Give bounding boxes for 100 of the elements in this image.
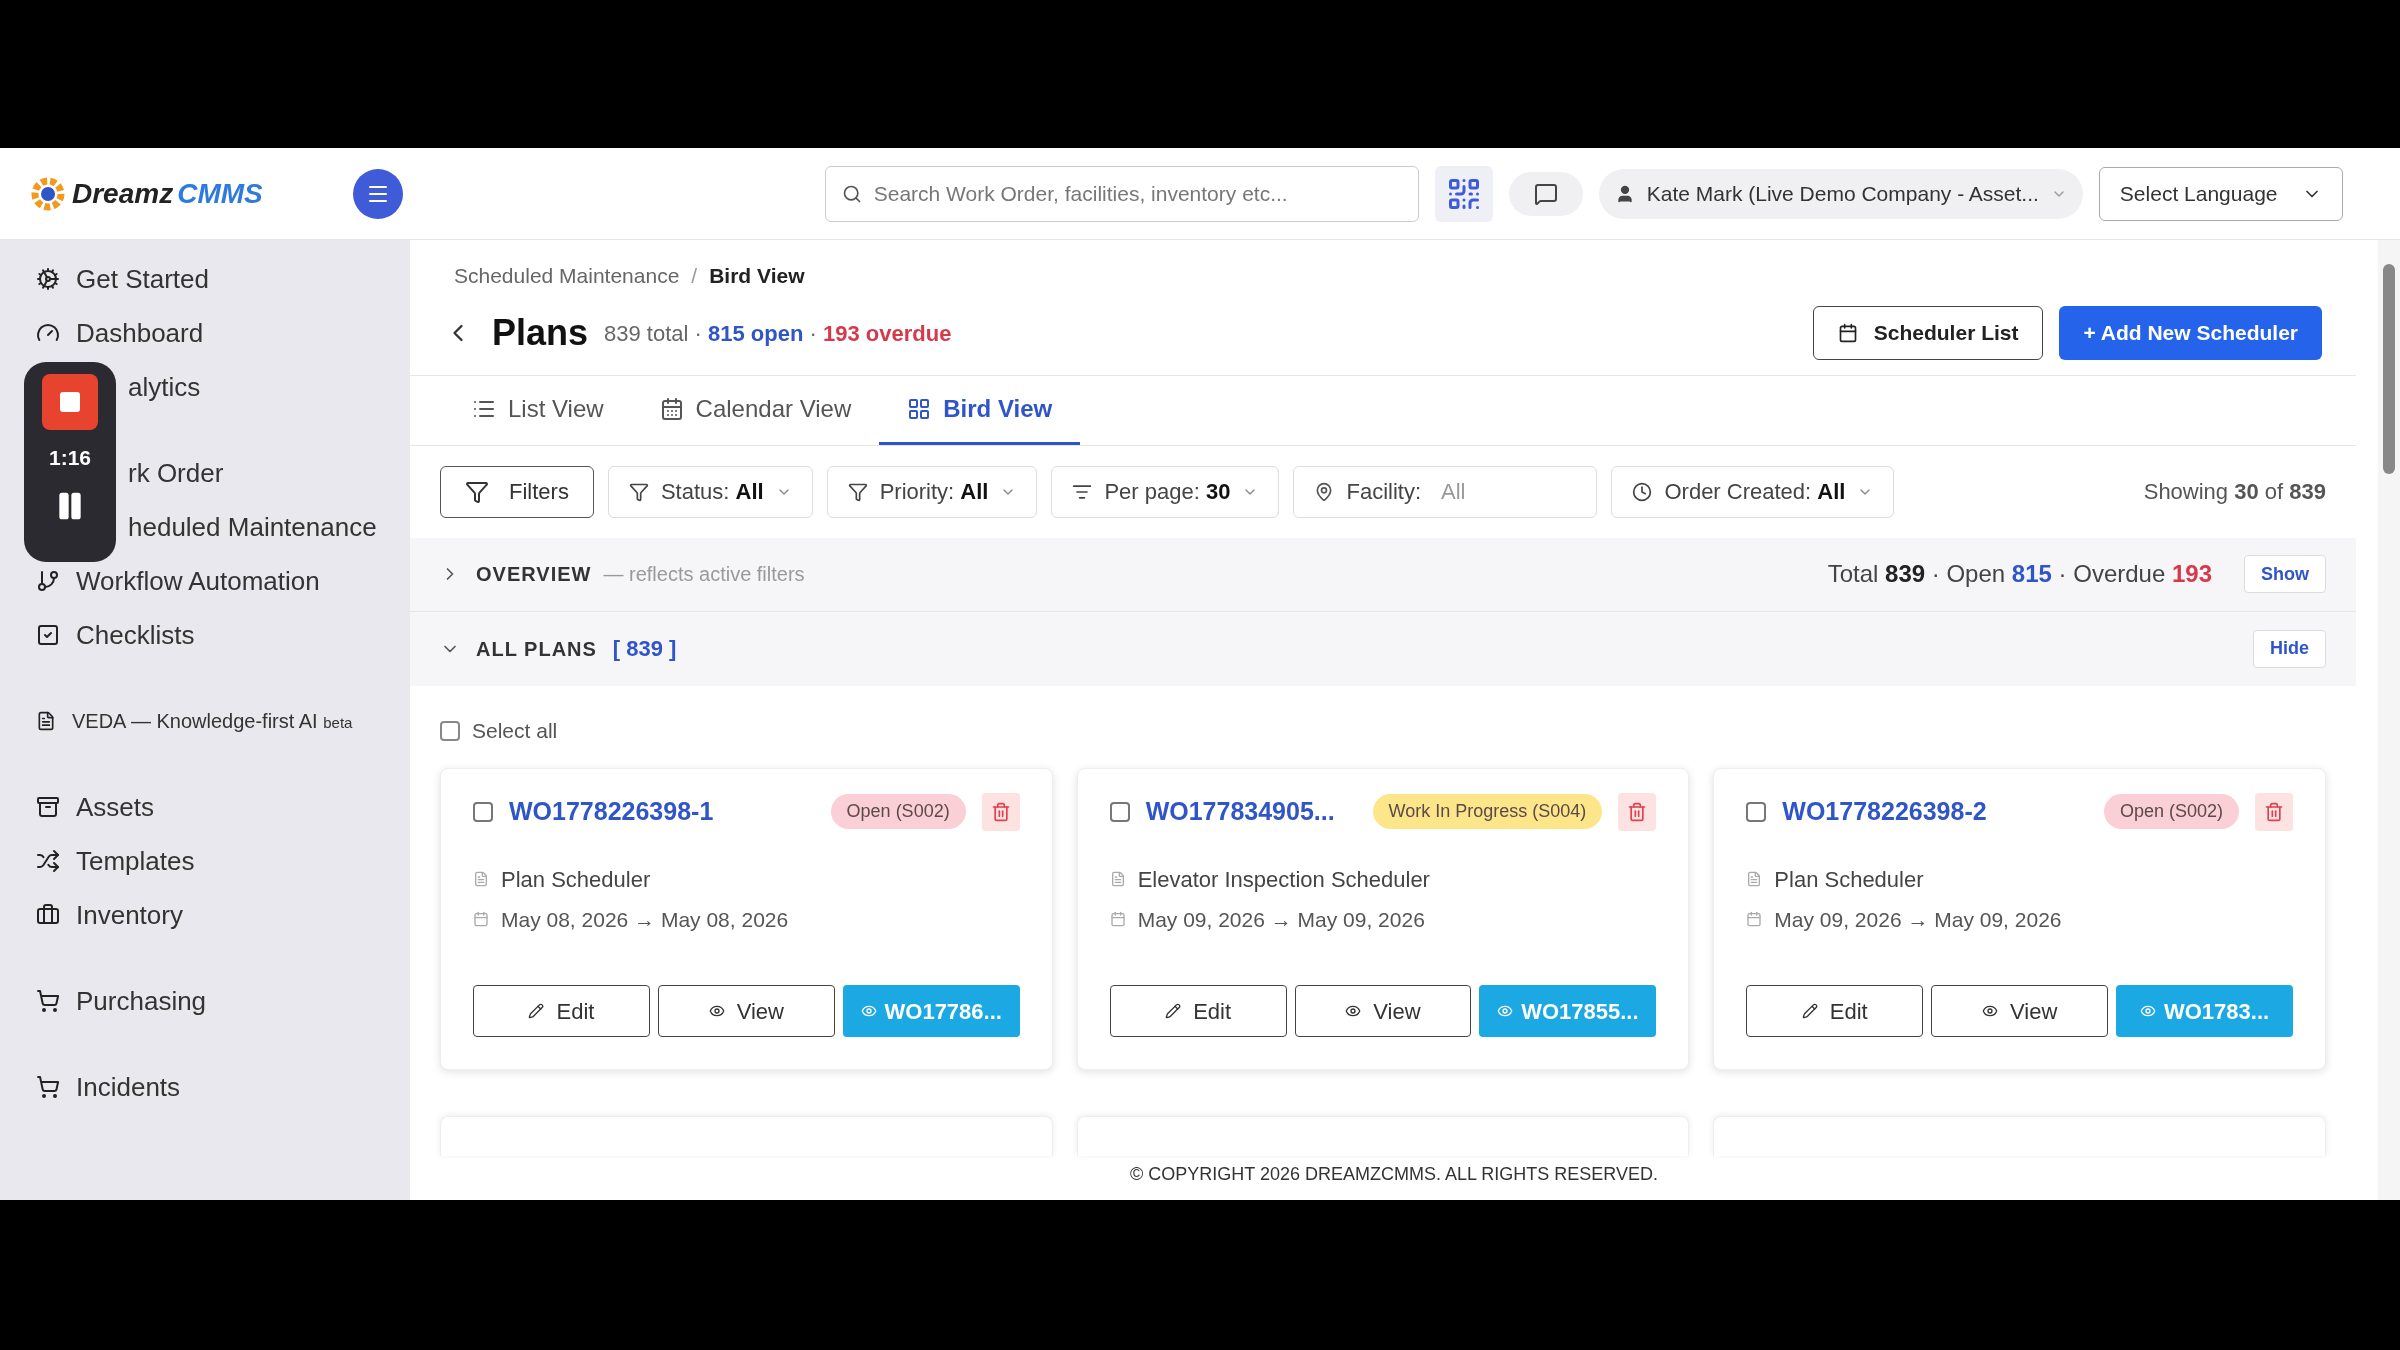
filter-icon xyxy=(465,479,489,504)
view-button[interactable]: View xyxy=(1931,985,2109,1037)
archive-icon xyxy=(36,795,60,819)
card-checkbox[interactable] xyxy=(1746,801,1767,822)
calendar-icon xyxy=(473,911,489,928)
status-badge: Open (S002) xyxy=(830,794,966,829)
scheduler-name: Plan Scheduler xyxy=(1774,865,1924,894)
date-range: May 08, 2026 → May 08, 2026 xyxy=(501,906,789,933)
work-order-link[interactable]: WO1778226398-1 xyxy=(509,792,714,831)
qr-button[interactable] xyxy=(1434,165,1493,222)
plan-stats: 839 total · 815 open · 193 overdue xyxy=(604,319,952,348)
gear-icon xyxy=(36,267,60,291)
pencil-icon xyxy=(528,1003,545,1019)
section-title: ALL PLANS xyxy=(476,636,597,662)
add-scheduler-button[interactable]: + Add New Scheduler xyxy=(2059,306,2322,360)
plan-count: [ 839 ] xyxy=(612,635,677,663)
sidebar-item[interactable]: Checklists xyxy=(76,615,195,655)
search-field[interactable]: Search Work Order, facilities, inventory etc... xyxy=(824,165,1419,222)
trash-icon xyxy=(990,801,1011,822)
user-dropdown[interactable]: Kate Mark (Live Demo Company - Asset... xyxy=(1598,168,2083,219)
field-placeholder: All xyxy=(1441,478,1466,506)
edit-button[interactable]: Edit xyxy=(1109,985,1287,1037)
edit-button[interactable]: Edit xyxy=(1746,985,1924,1037)
document-icon xyxy=(36,711,56,731)
logo[interactable]: DreamzCMMS xyxy=(28,172,263,215)
filters-button[interactable]: Filters xyxy=(440,465,594,518)
field-label: Facility: xyxy=(1346,478,1421,506)
scrollbar[interactable] xyxy=(2378,240,2400,1200)
work-order-link[interactable]: WO1778226398-2 xyxy=(1782,792,1987,831)
eye-icon xyxy=(708,1003,725,1019)
sidebar-item[interactable]: Get Started xyxy=(76,259,209,299)
status-badge: Open (S002) xyxy=(2103,794,2239,829)
language-select[interactable]: Select Language xyxy=(2098,166,2343,221)
edit-button[interactable]: Edit xyxy=(473,985,650,1037)
chat-icon xyxy=(1533,181,1558,206)
shuffle-icon xyxy=(36,849,60,873)
document-icon xyxy=(1746,871,1763,887)
sidebar-item[interactable]: rk Order xyxy=(128,453,224,493)
sidebar-item[interactable]: Workflow Automation xyxy=(76,561,320,601)
view-button[interactable]: View xyxy=(657,985,835,1037)
delete-button[interactable] xyxy=(1618,792,1657,831)
view-tab[interactable]: List View xyxy=(444,375,632,445)
sidebar-item[interactable]: Inventory xyxy=(76,895,183,935)
calendar-icon xyxy=(659,396,684,421)
stop-button[interactable] xyxy=(42,374,98,430)
sidebar-item[interactable]: Assets xyxy=(76,787,155,827)
branch-icon xyxy=(36,569,60,593)
filter-icon xyxy=(847,481,868,502)
facility-field[interactable]: Facility: All xyxy=(1293,465,1598,518)
work-order-link[interactable]: WO177834905... xyxy=(1145,792,1335,831)
checkbox-icon xyxy=(36,623,60,647)
filter-icon xyxy=(628,481,649,502)
select-all-label: Select all xyxy=(472,717,558,744)
delete-button[interactable] xyxy=(981,792,1020,831)
copyright-footer: © COPYRIGHT 2026 DREAMZCMMS. ALL RIGHTS RESERVED. xyxy=(1129,1161,1659,1188)
eye-icon xyxy=(1345,1003,1362,1019)
cart-icon xyxy=(36,989,60,1013)
date-range: May 09, 2026 → May 09, 2026 xyxy=(1137,906,1425,933)
stop-icon xyxy=(58,390,82,414)
calendar-icon xyxy=(1746,911,1763,928)
document-icon xyxy=(473,871,489,887)
trash-icon xyxy=(1627,801,1648,822)
date-range: May 09, 2026 → May 09, 2026 xyxy=(1774,906,2062,933)
recording-time: 1:16 xyxy=(49,445,91,471)
sidebar-item[interactable]: Incidents xyxy=(76,1067,181,1107)
sidebar-item[interactable]: heduled Maintenance xyxy=(128,507,377,547)
scheduler-list-button[interactable]: Scheduler List xyxy=(1812,306,2044,360)
sidebar-item[interactable]: VEDA — Knowledge-first AI beta xyxy=(72,706,353,736)
filter-dropdown[interactable]: Priority: All xyxy=(826,465,1038,518)
sidebar-item[interactable]: Templates xyxy=(76,841,195,881)
view-button[interactable]: View xyxy=(1294,985,1472,1037)
page-title: Plans xyxy=(492,311,589,355)
filter-dropdown[interactable]: Order Created: All xyxy=(1611,465,1895,518)
eye-icon xyxy=(1982,1003,1998,1019)
sidebar-item[interactable]: Dashboard xyxy=(76,313,204,353)
scheduler-name: Plan Scheduler xyxy=(501,865,651,894)
select-all-checkbox[interactable] xyxy=(440,720,460,741)
chat-button[interactable] xyxy=(1508,171,1583,216)
eye-icon xyxy=(2139,1003,2156,1019)
scheduler-name: Elevator Inspection Scheduler xyxy=(1137,865,1430,894)
calendar-icon xyxy=(1109,911,1126,928)
card-checkbox[interactable] xyxy=(1109,801,1130,822)
filter-dropdown[interactable]: Per page: 30 xyxy=(1051,465,1280,518)
eye-icon xyxy=(1497,1003,1514,1019)
status-badge: Work In Progress (S004) xyxy=(1372,794,1603,829)
sidebar-item[interactable]: Purchasing xyxy=(76,981,207,1021)
pencil-icon xyxy=(1165,1003,1182,1019)
view-tab[interactable]: Bird View xyxy=(879,375,1081,445)
breadcrumb-item[interactable]: Scheduled Maintenance xyxy=(454,260,680,292)
filter-dropdown[interactable]: Status: All xyxy=(607,465,813,518)
search-icon xyxy=(841,183,862,204)
trash-icon xyxy=(2264,801,2284,822)
show-button[interactable]: Show xyxy=(2244,555,2326,593)
hide-button[interactable]: Hide xyxy=(2253,629,2326,668)
delete-button[interactable] xyxy=(2255,792,2293,831)
section-note: — reflects active filters xyxy=(603,562,805,587)
card-checkbox[interactable] xyxy=(473,801,493,822)
grid-icon xyxy=(907,396,932,421)
sidebar-item[interactable]: alytics xyxy=(128,367,201,407)
view-tab[interactable]: Calendar View xyxy=(631,375,880,445)
